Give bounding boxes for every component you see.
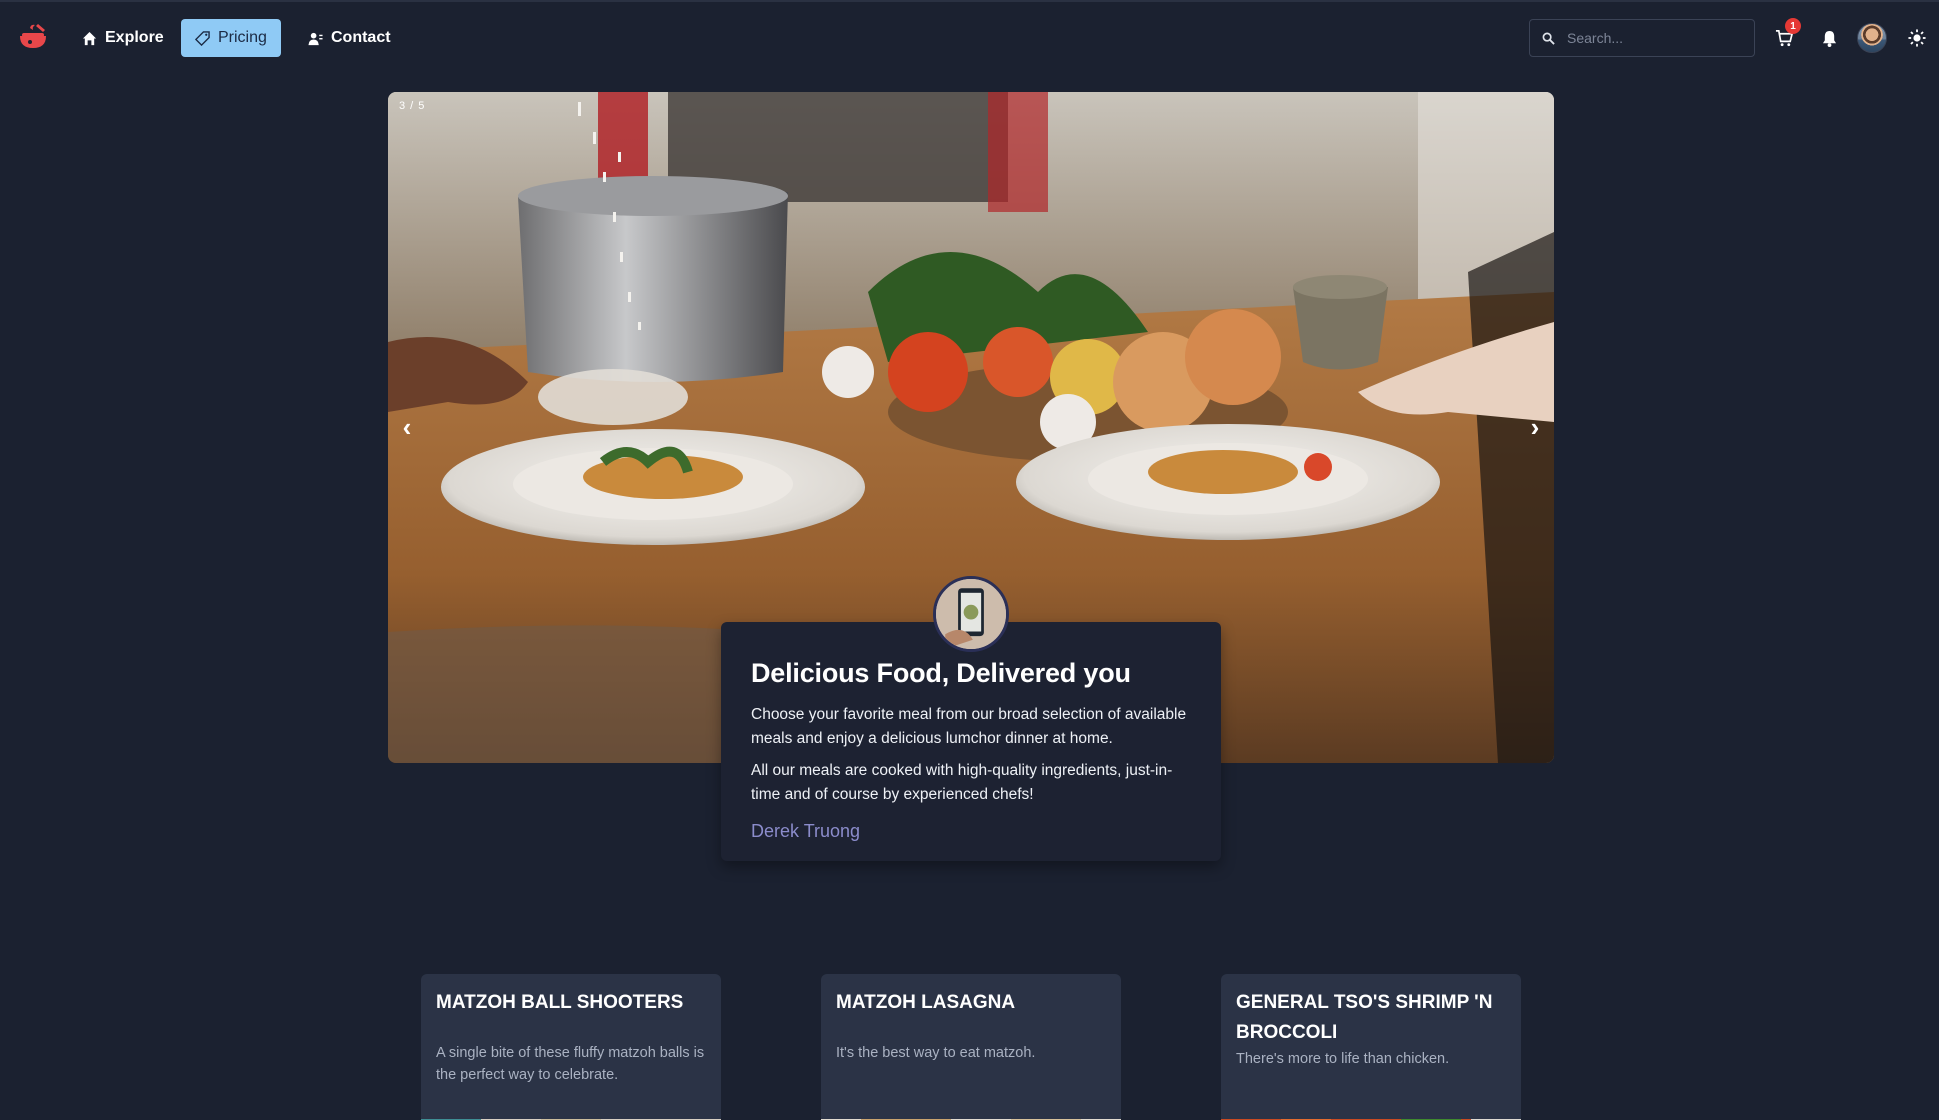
nav-pricing[interactable]: Pricing (181, 19, 281, 57)
slide-counter: 3 / 5 (399, 100, 426, 112)
product-description: It's the best way to eat matzoh. (836, 1045, 1036, 1061)
nav-contact[interactable]: Contact (294, 19, 405, 57)
product-title: MATZOH BALL SHOOTERS (436, 992, 684, 1013)
bell-icon (1822, 30, 1836, 47)
testimonial-title: Delicious Food, Delivered you (751, 658, 1131, 688)
nav-explore-label: Explore (105, 29, 164, 46)
testimonial-paragraph-2: All our meals are cooked with high-quali… (751, 762, 1173, 803)
notifications-button[interactable] (1815, 24, 1843, 52)
search-input[interactable] (1567, 30, 1737, 46)
product-title: GENERAL TSO'S SHRIMP 'N BROCCOLI (1236, 992, 1493, 1043)
search-icon (1542, 32, 1555, 45)
product-description: There's more to life than chicken. (1236, 1051, 1450, 1067)
phone-food-photo-icon (936, 579, 1006, 649)
theme-toggle-button[interactable] (1903, 24, 1931, 52)
cart-count-badge: 1 (1785, 18, 1801, 34)
app-logo-icon[interactable] (16, 20, 50, 54)
top-navbar: Explore Pricing Contact 1 (0, 0, 1939, 72)
testimonial-paragraph-1: Choose your favorite meal from our broad… (751, 706, 1187, 747)
testimonial-author: Derek Truong (751, 821, 861, 841)
user-avatar[interactable] (1857, 23, 1887, 53)
search-box[interactable] (1529, 19, 1755, 57)
nav-pricing-label: Pricing (218, 29, 267, 46)
product-card[interactable]: MATZOH BALL SHOOTERS A single bite of th… (421, 974, 721, 1120)
product-card[interactable]: MATZOH LASAGNA It's the best way to eat … (821, 974, 1121, 1120)
carousel-prev-button[interactable]: ‹ (395, 410, 419, 444)
product-card[interactable]: GENERAL TSO'S SHRIMP 'N BROCCOLI There's… (1221, 974, 1521, 1120)
home-icon (82, 31, 97, 45)
nav-contact-label: Contact (331, 29, 391, 46)
product-title: MATZOH LASAGNA (836, 992, 1016, 1013)
testimonial-avatar (933, 576, 1009, 652)
tag-icon (195, 30, 210, 46)
carousel-next-button[interactable]: › (1523, 410, 1547, 444)
cart-button[interactable]: 1 (1770, 18, 1801, 52)
product-description: A single bite of these fluffy matzoh bal… (436, 1045, 705, 1083)
nav-explore[interactable]: Explore (68, 19, 178, 57)
sun-icon (1908, 29, 1926, 47)
contact-icon (308, 32, 323, 45)
testimonial-card: Delicious Food, Delivered you Choose you… (721, 576, 1221, 861)
